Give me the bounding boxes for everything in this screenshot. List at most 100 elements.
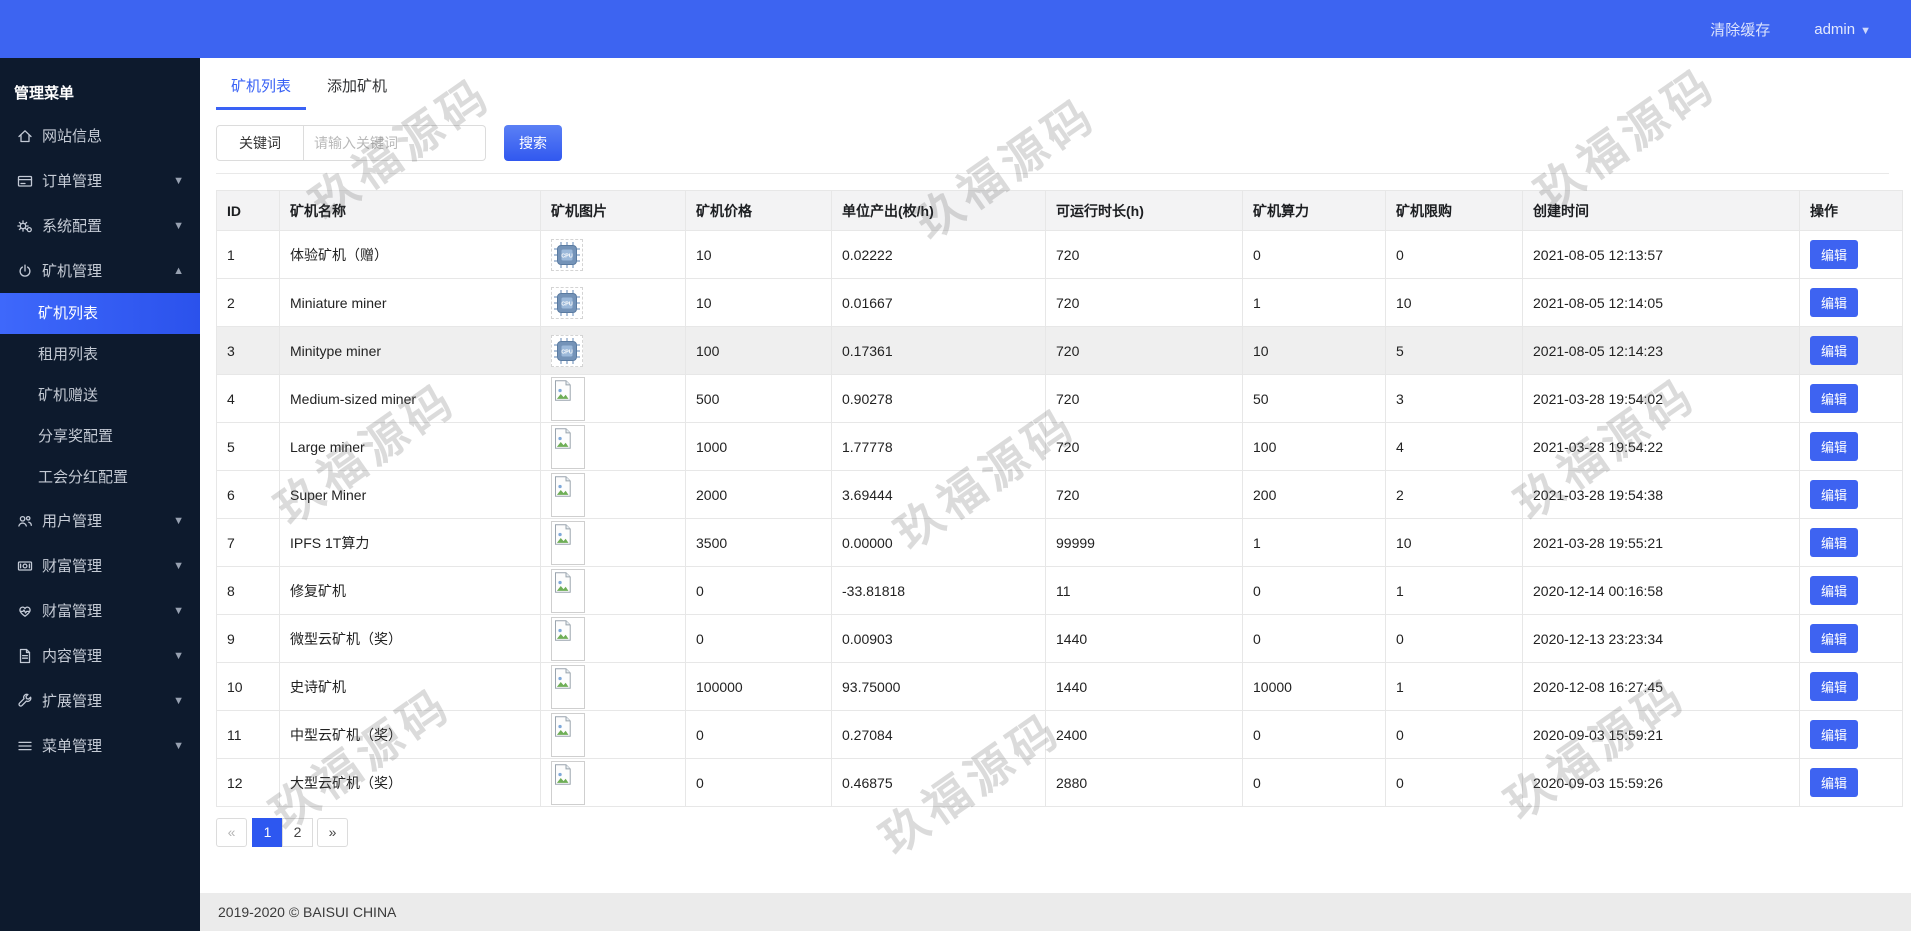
miner-image-cell: [540, 566, 686, 615]
pagination-page-1[interactable]: 1: [252, 818, 283, 847]
svg-text:CPU: CPU: [561, 253, 573, 259]
table-row: 9 微型云矿机（奖） 0 0.00903 1440 0 0 2020-12-13 23:23…: [216, 614, 1903, 663]
sidebar-item-menu-mgmt[interactable]: 菜单管理 ▼: [0, 723, 200, 768]
table-row: 4 Medium-sized miner 500 0.90278 720 50 3 2021…: [216, 374, 1903, 423]
table-row: 12 大型云矿机（奖） 0 0.46875 2880 0 0 2020-09-03 15:5…: [216, 758, 1903, 807]
sidebar: 管理菜单 网站信息 订单管理 ▼ 系统配置 ▼ 矿机管理 ▲ 矿机列表 租用列表 矿机赠送 分享奖配置…: [0, 58, 200, 931]
tab-miner-list[interactable]: 矿机列表: [216, 73, 307, 110]
cell-name: IPFS 1T算力: [279, 518, 541, 567]
sidebar-item-wealth-mgmt-1[interactable]: 财富管理 ▼: [0, 543, 200, 588]
cpu-chip-icon: CPU: [551, 334, 583, 367]
miner-image-cell: CPU: [540, 230, 686, 279]
edit-button[interactable]: 编辑: [1810, 528, 1859, 557]
edit-button[interactable]: 编辑: [1810, 240, 1859, 269]
sidebar-subitem-miner-gift[interactable]: 矿机赠送: [0, 375, 200, 416]
power-icon: [14, 263, 36, 279]
sidebar-item-wealth-mgmt-2[interactable]: 财富管理 ▼: [0, 588, 200, 633]
column-header: 矿机图片: [540, 190, 686, 231]
miner-table: ID 矿机名称 矿机图片 矿机价格 单位产出(枚/h) 可运行时长(h) 矿机算力 矿机限购创…: [216, 190, 1903, 807]
sidebar-item-user-mgmt[interactable]: 用户管理 ▼: [0, 498, 200, 543]
cell-created: 2020-09-03 15:59:21: [1522, 710, 1800, 759]
edit-button[interactable]: 编辑: [1810, 288, 1859, 317]
cell-price: 1000: [685, 422, 832, 471]
cell-created: 2021-08-05 12:13:57: [1522, 230, 1800, 279]
chevron-down-icon: ▼: [173, 174, 184, 187]
pagination-next[interactable]: »: [317, 818, 348, 847]
chevron-down-icon: ▼: [173, 739, 184, 752]
cell-power: 1: [1242, 518, 1386, 567]
search-toolbar: 关键词 搜索: [216, 125, 1889, 161]
table-row: 5 Large miner 1000 1.77778 720 100 4 2021-03-2…: [216, 422, 1903, 471]
table-row: 2 Miniature miner CPU 10 0.01667 720 1 10 2021-…: [216, 278, 1903, 327]
cell-created: 2020-09-03 15:59:26: [1522, 758, 1800, 807]
cell-runtime: 1440: [1045, 614, 1243, 663]
edit-button[interactable]: 编辑: [1810, 336, 1859, 365]
cell-power: 10: [1242, 326, 1386, 375]
clear-cache-link[interactable]: 清除缓存: [1710, 19, 1770, 40]
sidebar-subitem-miner-list[interactable]: 矿机列表: [0, 293, 200, 334]
table-row: 10 史诗矿机 100000 93.75000 1440 10000 1 2020-12-0…: [216, 662, 1903, 711]
cell-power: 10000: [1242, 662, 1386, 711]
cell-price: 0: [685, 614, 832, 663]
cell-output: 93.75000: [831, 662, 1046, 711]
miner-image-cell: [540, 710, 686, 759]
table-row: 6 Super Miner 2000 3.69444 720 200 2 2021-03-2…: [216, 470, 1903, 519]
edit-button[interactable]: 编辑: [1810, 432, 1859, 461]
sidebar-item-site-info[interactable]: 网站信息: [0, 113, 200, 158]
cell-id: 1: [216, 230, 280, 279]
cell-limit: 10: [1385, 518, 1523, 567]
cell-name: Minitype miner: [279, 326, 541, 375]
column-header: 单位产出(枚/h): [831, 190, 1046, 231]
pagination-prev[interactable]: «: [216, 818, 247, 847]
column-header: 矿机名称: [279, 190, 541, 231]
sidebar-subitem-rental-list[interactable]: 租用列表: [0, 334, 200, 375]
footer: 2019-2020 © BAISUI CHINA: [200, 893, 1911, 931]
action-cell: 编辑: [1799, 326, 1903, 375]
sidebar-item-extension-mgmt[interactable]: 扩展管理 ▼: [0, 678, 200, 723]
cell-created: 2021-03-28 19:54:02: [1522, 374, 1800, 423]
sidebar-item-miner-mgmt[interactable]: 矿机管理 ▲: [0, 248, 200, 293]
chevron-down-icon: ▼: [173, 514, 184, 527]
cell-name: 史诗矿机: [279, 662, 541, 711]
chevron-up-icon: ▲: [173, 264, 184, 277]
cell-output: -33.81818: [831, 566, 1046, 615]
cell-created: 2020-12-14 00:16:58: [1522, 566, 1800, 615]
pagination-page-2[interactable]: 2: [282, 818, 313, 847]
cell-output: 0.00000: [831, 518, 1046, 567]
miner-image-cell: [540, 614, 686, 663]
action-cell: 编辑: [1799, 470, 1903, 519]
sidebar-item-content-mgmt[interactable]: 内容管理 ▼: [0, 633, 200, 678]
cell-id: 5: [216, 422, 280, 471]
chevron-down-icon: ▼: [173, 694, 184, 707]
column-header: 创建时间: [1522, 190, 1800, 231]
edit-button[interactable]: 编辑: [1810, 768, 1859, 797]
edit-button[interactable]: 编辑: [1810, 624, 1859, 653]
cell-name: Super Miner: [279, 470, 541, 519]
cell-id: 11: [216, 710, 280, 759]
sidebar-subitem-guild-dividend[interactable]: 工会分红配置: [0, 457, 200, 498]
svg-text:CPU: CPU: [561, 301, 573, 307]
edit-button[interactable]: 编辑: [1810, 672, 1859, 701]
edit-button[interactable]: 编辑: [1810, 720, 1859, 749]
sidebar-item-order-mgmt[interactable]: 订单管理 ▼: [0, 158, 200, 203]
cell-output: 0.17361: [831, 326, 1046, 375]
cell-runtime: 1440: [1045, 662, 1243, 711]
sidebar-subitem-share-reward[interactable]: 分享奖配置: [0, 416, 200, 457]
home-icon: [14, 128, 36, 144]
column-header: 矿机算力: [1242, 190, 1386, 231]
cell-power: 0: [1242, 230, 1386, 279]
pagination: «1 2»: [216, 818, 1889, 847]
edit-button[interactable]: 编辑: [1810, 384, 1859, 413]
column-header: 矿机限购: [1385, 190, 1523, 231]
edit-button[interactable]: 编辑: [1810, 576, 1859, 605]
tab-add-miner[interactable]: 添加矿机: [312, 73, 402, 110]
column-header: ID: [216, 190, 280, 231]
keyword-label: 关键词: [216, 125, 304, 161]
edit-button[interactable]: 编辑: [1810, 480, 1859, 509]
user-menu[interactable]: admin ▼: [1814, 21, 1871, 38]
table-header-row: ID 矿机名称 矿机图片 矿机价格 单位产出(枚/h) 可运行时长(h) 矿机算力 矿机限购创…: [216, 190, 1903, 231]
keyword-input[interactable]: [304, 125, 486, 161]
cell-limit: 10: [1385, 278, 1523, 327]
search-button[interactable]: 搜索: [504, 125, 562, 161]
sidebar-item-system-config[interactable]: 系统配置 ▼: [0, 203, 200, 248]
